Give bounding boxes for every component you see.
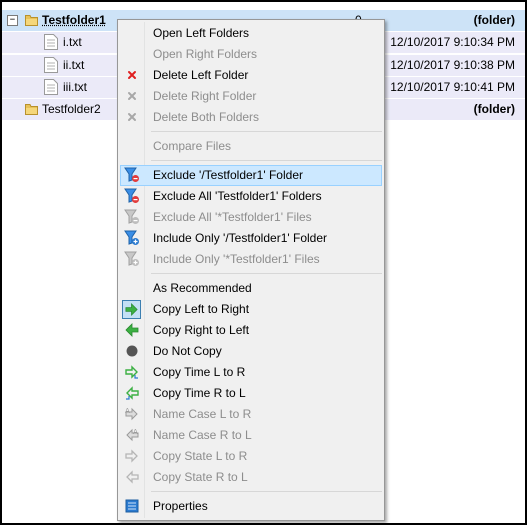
- context-menu: Open Left Folders Open Right Folders Del…: [117, 19, 385, 521]
- delete-red-x-icon: [124, 67, 140, 83]
- file-icon: [44, 34, 58, 50]
- menu-item-label: Delete Right Folder: [153, 89, 257, 103]
- menu-item-copy-time-l-to-r[interactable]: Copy Time L to R: [120, 362, 382, 383]
- delete-gray-x-icon: [124, 109, 140, 125]
- menu-item-copy-state-l-to-r[interactable]: Copy State L to R: [120, 446, 382, 467]
- menu-item-label: Name Case R to L: [153, 428, 252, 442]
- state-right-icon: [124, 448, 140, 464]
- menu-separator: [151, 491, 382, 492]
- namecase-right-icon: A: [124, 406, 140, 422]
- menu-item-include-only-testfolder1-folder[interactable]: Include Only '/Testfolder1' Folder: [120, 228, 382, 249]
- menu-item-label: Copy Right to Left: [153, 323, 250, 337]
- collapse-toggle[interactable]: −: [7, 15, 18, 26]
- properties-icon: [124, 498, 140, 514]
- menu-item-exclude-all-testfolder1-files[interactable]: Exclude All '*Testfolder1' Files: [120, 207, 382, 228]
- menu-item-label: Copy Time R to L: [153, 386, 246, 400]
- menu-item-label: As Recommended: [153, 281, 252, 295]
- delete-gray-x-icon: [124, 88, 140, 104]
- menu-item-copy-state-r-to-l[interactable]: Copy State R to L: [120, 467, 382, 488]
- folder-icon: [25, 14, 38, 26]
- menu-item-label: Copy State R to L: [153, 470, 248, 484]
- menu-separator: [151, 273, 382, 274]
- menu-item-name-case-r-to-l[interactable]: A Name Case R to L: [120, 425, 382, 446]
- menu-item-label: Include Only '/Testfolder1' Folder: [153, 231, 327, 245]
- menu-item-compare-files[interactable]: Compare Files: [120, 136, 382, 157]
- tree-folder-name: Testfolder2: [42, 102, 101, 116]
- file-icon: [44, 57, 58, 73]
- filter-exclude-icon: [124, 167, 140, 183]
- menu-item-copy-time-r-to-l[interactable]: Copy Time R to L: [120, 383, 382, 404]
- svg-text:A: A: [133, 428, 138, 436]
- menu-item-label: Exclude All 'Testfolder1' Folders: [153, 189, 322, 203]
- tree-file-name: ii.txt: [63, 58, 85, 72]
- menu-item-label: Exclude '/Testfolder1' Folder: [153, 168, 303, 182]
- menu-item-label: Compare Files: [153, 139, 232, 153]
- tree-file-name: iii.txt: [63, 80, 87, 94]
- menu-item-label: Copy Time L to R: [153, 365, 246, 379]
- menu-item-label: Include Only '*Testfolder1' Files: [153, 252, 320, 266]
- menu-item-label: Delete Both Folders: [153, 110, 260, 124]
- menu-separator: [151, 131, 382, 132]
- menu-item-label: Delete Left Folder: [153, 68, 249, 82]
- arrow-left-green-icon: [124, 322, 140, 338]
- compare-tree-view: − Testfolder1 0 (folder) i.txt 12/10/201…: [2, 2, 525, 523]
- window-frame: − Testfolder1 0 (folder) i.txt 12/10/201…: [0, 0, 527, 525]
- file-icon: [44, 79, 58, 95]
- menu-item-as-recommended[interactable]: As Recommended: [120, 278, 382, 299]
- filter-exclude-icon: [124, 188, 140, 204]
- tree-folder-name: Testfolder1: [42, 13, 106, 27]
- time-right-icon: [124, 364, 140, 380]
- menu-item-label: Open Right Folders: [153, 47, 258, 61]
- svg-text:A: A: [125, 407, 130, 415]
- menu-item-label: Open Left Folders: [153, 26, 250, 40]
- arrow-right-green-icon: [122, 300, 141, 319]
- menu-item-label: Exclude All '*Testfolder1' Files: [153, 210, 312, 224]
- menu-item-properties[interactable]: Properties: [120, 496, 382, 517]
- menu-item-name-case-l-to-r[interactable]: A Name Case L to R: [120, 404, 382, 425]
- menu-item-delete-right-folder[interactable]: Delete Right Folder: [120, 86, 382, 107]
- menu-item-exclude-testfolder1-folder[interactable]: Exclude '/Testfolder1' Folder: [120, 165, 382, 186]
- menu-item-label: Do Not Copy: [153, 344, 222, 358]
- menu-item-label: Properties: [153, 499, 208, 513]
- tree-folder-type: (folder): [473, 102, 515, 116]
- menu-item-delete-both-folders[interactable]: Delete Both Folders: [120, 107, 382, 128]
- menu-item-copy-left-to-right[interactable]: Copy Left to Right: [120, 299, 382, 320]
- tree-folder-type: (folder): [473, 13, 515, 27]
- time-left-icon: [124, 385, 140, 401]
- filter-exclude-gray-icon: [124, 209, 140, 225]
- menu-item-do-not-copy[interactable]: Do Not Copy: [120, 341, 382, 362]
- tree-file-date: 12/10/2017 9:10:38 PM: [390, 58, 515, 72]
- filter-include-gray-icon: [124, 251, 140, 267]
- menu-item-open-right-folders[interactable]: Open Right Folders: [120, 44, 382, 65]
- dot-icon: [124, 343, 140, 359]
- menu-item-label: Name Case L to R: [153, 407, 252, 421]
- menu-item-exclude-all-testfolder1-folders[interactable]: Exclude All 'Testfolder1' Folders: [120, 186, 382, 207]
- state-left-icon: [124, 469, 140, 485]
- menu-item-include-only-testfolder1-files[interactable]: Include Only '*Testfolder1' Files: [120, 249, 382, 270]
- folder-icon: [25, 103, 38, 115]
- menu-item-label: Copy State L to R: [153, 449, 248, 463]
- filter-include-icon: [124, 230, 140, 246]
- menu-item-open-left-folders[interactable]: Open Left Folders: [120, 23, 382, 44]
- namecase-left-icon: A: [124, 427, 140, 443]
- menu-item-copy-right-to-left[interactable]: Copy Right to Left: [120, 320, 382, 341]
- tree-file-name: i.txt: [63, 35, 82, 49]
- tree-file-date: 12/10/2017 9:10:34 PM: [390, 35, 515, 49]
- menu-item-label: Copy Left to Right: [153, 302, 250, 316]
- menu-separator: [151, 160, 382, 161]
- tree-file-date: 12/10/2017 9:10:41 PM: [390, 80, 515, 94]
- menu-item-delete-left-folder[interactable]: Delete Left Folder: [120, 65, 382, 86]
